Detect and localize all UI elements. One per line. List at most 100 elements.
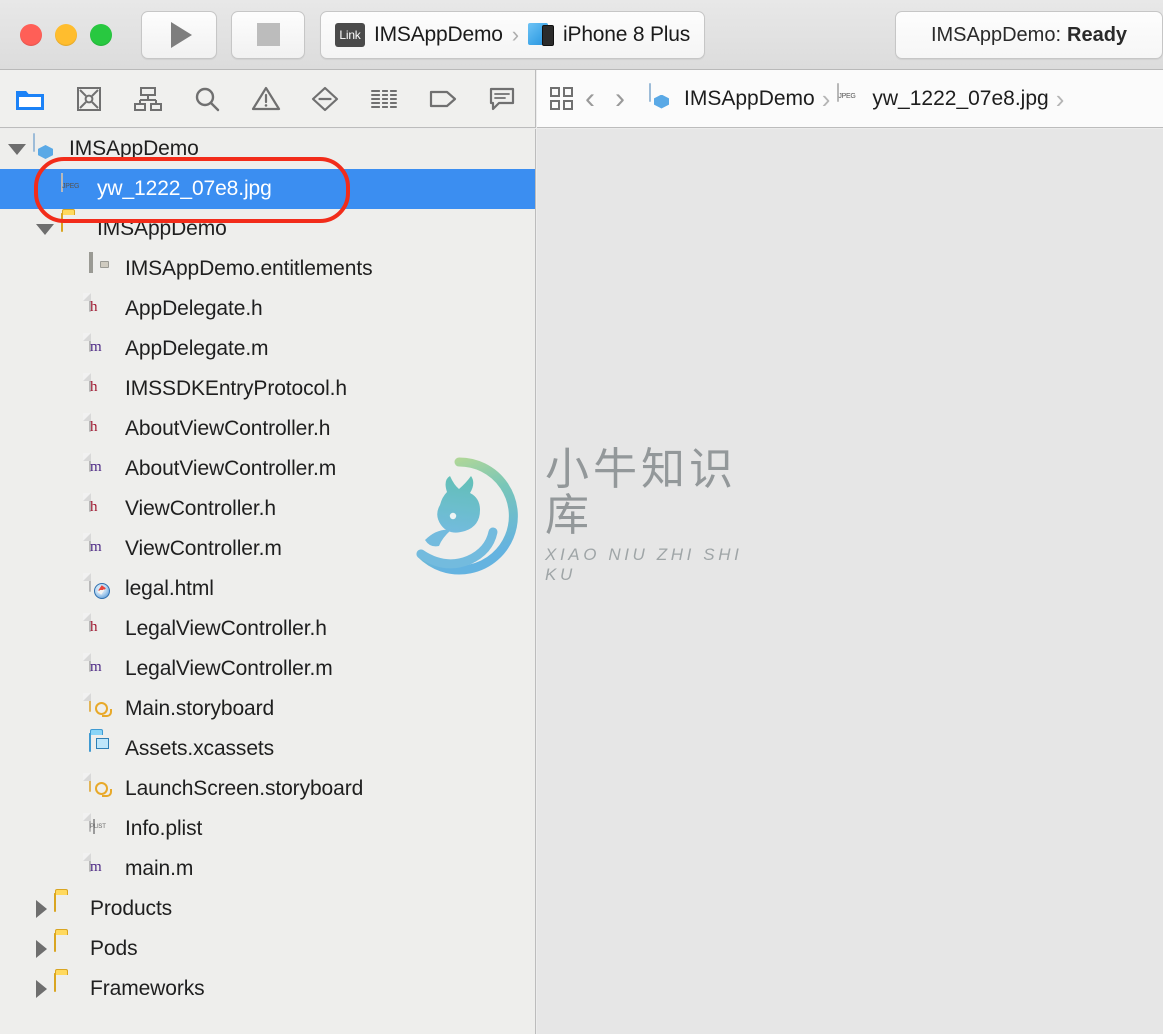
navigator-row-label: Assets.xcassets bbox=[125, 737, 275, 760]
disclosure-triangle-closed[interactable] bbox=[36, 980, 47, 998]
navigator-row[interactable]: h AppDelegate.h bbox=[0, 289, 535, 329]
navigator-row[interactable]: m main.m bbox=[0, 849, 535, 889]
scheme-destination-bar[interactable]: Link IMSAppDemo › iPhone 8 Plus bbox=[320, 10, 706, 59]
sidebar-item-find-navigator[interactable] bbox=[177, 70, 236, 128]
navigator-row[interactable]: m LegalViewController.m bbox=[0, 649, 535, 689]
folder-yellow-icon bbox=[54, 933, 80, 964]
navigator-row[interactable]: m ViewController.m bbox=[0, 529, 535, 569]
navigator-row-label: Main.storyboard bbox=[125, 697, 275, 720]
navigator-row-label: Pods bbox=[90, 937, 138, 960]
folder-yellow-icon bbox=[61, 213, 87, 244]
navigator-row[interactable]: h ViewController.h bbox=[0, 489, 535, 529]
navigator-row[interactable]: IMSAppDemo bbox=[0, 129, 535, 169]
breadcrumb-item-project[interactable]: IMSAppDemo bbox=[684, 87, 815, 111]
objc-file-icon: m bbox=[89, 533, 115, 564]
storyboard-icon bbox=[89, 693, 115, 724]
breadcrumb-item-file[interactable]: yw_1222_07e8.jpg bbox=[872, 87, 1048, 111]
link-badge-icon: Link bbox=[335, 22, 365, 47]
navigator-row[interactable]: Products bbox=[0, 889, 535, 929]
hierarchy-icon bbox=[133, 86, 162, 111]
navigate-forward-button[interactable]: › bbox=[605, 83, 635, 114]
activity-status-box: IMSAppDemo: Ready bbox=[895, 11, 1163, 59]
navigator-row-label: Info.plist bbox=[125, 817, 203, 840]
traffic-lights bbox=[0, 23, 112, 46]
destination-name[interactable]: iPhone 8 Plus bbox=[563, 23, 690, 47]
zoom-button[interactable] bbox=[90, 23, 112, 46]
navigate-back-button[interactable]: ‹ bbox=[575, 83, 605, 114]
navigator-row-label: IMSAppDemo bbox=[97, 217, 227, 240]
disclosure-triangle-open[interactable] bbox=[8, 143, 26, 155]
navigator-row-label: LegalViewController.m bbox=[125, 657, 333, 680]
navigator-row[interactable]: h LegalViewController.h bbox=[0, 609, 535, 649]
navigator-row[interactable]: h IMSSDKEntryProtocol.h bbox=[0, 369, 535, 409]
folder-yellow-icon bbox=[54, 973, 80, 1004]
related-items-icon[interactable] bbox=[549, 86, 575, 112]
navigator-row[interactable]: legal.html bbox=[0, 569, 535, 609]
header-file-icon: h bbox=[89, 413, 115, 444]
header-file-icon: h bbox=[89, 293, 115, 324]
xcode-project-icon bbox=[649, 82, 675, 114]
navigator-row-label: IMSAppDemo bbox=[69, 137, 199, 160]
navigator-row[interactable]: PLIST Info.plist bbox=[0, 809, 535, 849]
diamond-minus-icon bbox=[311, 86, 338, 111]
warning-triangle-icon bbox=[251, 86, 280, 111]
sidebar-item-issue-navigator[interactable] bbox=[236, 70, 295, 128]
disclosure-triangle-open[interactable] bbox=[36, 223, 54, 235]
entitlements-icon bbox=[89, 252, 115, 284]
navigator-row-label: main.m bbox=[125, 857, 194, 880]
play-icon bbox=[170, 21, 192, 48]
scheme-name[interactable]: IMSAppDemo bbox=[374, 23, 503, 47]
sidebar-item-project-navigator[interactable] bbox=[0, 70, 59, 128]
navigator-row-label: AboutViewController.m bbox=[125, 457, 337, 480]
jpeg-file-icon: JPEG bbox=[61, 173, 87, 204]
navigator-row[interactable]: Frameworks bbox=[0, 969, 535, 1009]
stop-button[interactable] bbox=[231, 10, 305, 59]
jpeg-file-icon: JPEG bbox=[837, 82, 863, 114]
navigator-row-selected[interactable]: JPEG yw_1222_07e8.jpg bbox=[0, 169, 535, 209]
navigator-row-label: IMSAppDemo.entitlements bbox=[125, 257, 373, 280]
navigator-row[interactable]: LaunchScreen.storyboard bbox=[0, 769, 535, 809]
navigator-row[interactable]: IMSAppDemo.entitlements bbox=[0, 249, 535, 289]
sidebar-item-debug-navigator[interactable] bbox=[472, 70, 531, 128]
sidebar-item-test-navigator[interactable] bbox=[295, 70, 354, 128]
navigator-row-label: legal.html bbox=[125, 577, 214, 600]
navigator-row[interactable]: Pods bbox=[0, 929, 535, 969]
plist-icon: PLIST bbox=[89, 813, 115, 844]
sidebar-item-report-navigator[interactable] bbox=[354, 70, 413, 128]
storyboard-icon bbox=[89, 773, 115, 804]
close-button[interactable] bbox=[20, 23, 42, 46]
navigator-row-label: AppDelegate.h bbox=[125, 297, 263, 320]
minimize-button[interactable] bbox=[55, 23, 77, 46]
breadcrumb-separator-icon: › bbox=[821, 83, 831, 114]
navigator-row[interactable]: m AppDelegate.m bbox=[0, 329, 535, 369]
navigator-row[interactable]: Assets.xcassets bbox=[0, 729, 535, 769]
sidebar-item-symbol-navigator[interactable] bbox=[118, 70, 177, 128]
navigator-row-label: Frameworks bbox=[90, 977, 205, 1000]
sidebar-item-breakpoint-navigator[interactable] bbox=[413, 70, 472, 128]
navigator-row[interactable]: Main.storyboard bbox=[0, 689, 535, 729]
navigator-row[interactable]: h AboutViewController.h bbox=[0, 409, 535, 449]
navigator-row[interactable]: IMSAppDemo bbox=[0, 209, 535, 249]
project-navigator-tree[interactable]: IMSAppDemo JPEG yw_1222_07e8.jpg IMSAppDemo… bbox=[0, 129, 536, 1034]
run-button[interactable] bbox=[141, 10, 217, 59]
disclosure-triangle-closed[interactable] bbox=[36, 940, 47, 958]
navigator-row-label: AppDelegate.m bbox=[125, 337, 269, 360]
scheme-separator-icon: › bbox=[511, 21, 520, 47]
disclosure-triangle-closed[interactable] bbox=[36, 900, 47, 918]
editor-area[interactable] bbox=[537, 129, 1163, 1034]
objc-file-icon: m bbox=[89, 853, 115, 884]
objc-file-icon: m bbox=[89, 653, 115, 684]
navigator-row[interactable]: m AboutViewController.m bbox=[0, 449, 535, 489]
tag-icon bbox=[429, 90, 456, 107]
sidebar-item-source-control-navigator[interactable] bbox=[59, 70, 118, 128]
breadcrumb-trailing-icon[interactable]: › bbox=[1056, 86, 1065, 112]
